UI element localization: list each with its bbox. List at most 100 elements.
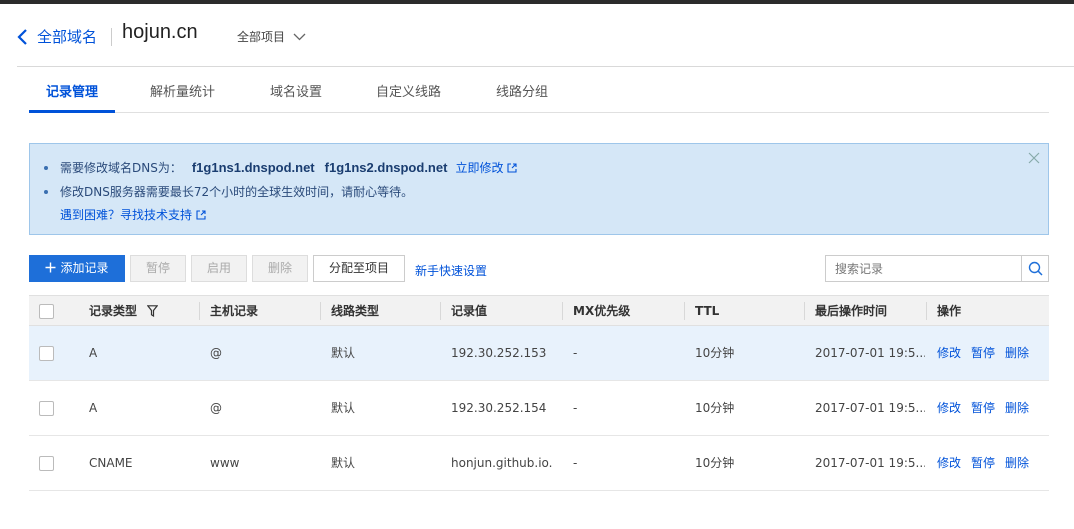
cell-ttl: 10分钟 [695, 456, 735, 470]
header-line-type: 线路类型 [331, 304, 380, 318]
active-tab-indicator [29, 110, 115, 113]
notice-propagation-text: 修改DNS服务器需要最长72个小时的全球生效时间，请耐心等待。 [60, 185, 414, 199]
nameserver-1: f1g1ns1.dnspod.net [191, 160, 315, 175]
header-mx-priority: MX优先级 [573, 304, 631, 318]
table-header: 记录类型 主机记录 线路类型 记录值 MX优先级 TTL 最后操作时间 操作 [29, 295, 1049, 326]
edit-action[interactable]: 修改 [937, 326, 961, 381]
notice-line-dns: 需要修改域名DNS为： f1g1ns1.dnspod.net f1g1ns2.d… [44, 159, 518, 176]
cell-host: @ [210, 346, 222, 360]
notice-dns-prefix: 需要修改域名DNS为： [60, 161, 182, 175]
table-row[interactable]: A @ 默认 192.30.252.153 - 10分钟 2017-07-01 … [29, 326, 1049, 381]
nameserver-2: f1g1ns2.dnspod.net [324, 160, 448, 175]
tab-bar: 记录管理 解析量统计 域名设置 自定义线路 线路分组 [29, 67, 1049, 113]
cell-last-modified: 2017-07-01 19:5... [815, 456, 925, 470]
edit-action[interactable]: 修改 [937, 381, 961, 436]
cell-line-type: 默认 [331, 456, 356, 470]
row-checkbox[interactable] [39, 456, 54, 471]
back-to-all-domains-link[interactable]: 全部域名 [17, 26, 97, 47]
cell-record-type: A [89, 346, 98, 360]
assign-to-project-button[interactable]: 分配至项目 [313, 255, 405, 282]
delete-button[interactable]: 删除 [252, 255, 308, 282]
header-actions: 操作 [937, 304, 962, 318]
close-icon[interactable] [1028, 152, 1040, 164]
column-divider [562, 302, 563, 320]
cell-mx: - [573, 401, 578, 415]
cell-mx: - [573, 456, 578, 470]
records-toolbar: 添加记录 暂停 启用 删除 分配至项目 新手快速设置 [29, 255, 1049, 282]
plus-icon [45, 262, 56, 273]
enable-button[interactable]: 启用 [191, 255, 247, 282]
pause-button[interactable]: 暂停 [130, 255, 186, 282]
cell-last-modified: 2017-07-01 19:5... [815, 401, 925, 415]
cell-last-modified: 2017-07-01 19:5... [815, 346, 925, 360]
search-icon [1028, 261, 1043, 276]
bullet [44, 189, 48, 194]
external-link-icon [196, 209, 206, 220]
back-link-label: 全部域名 [37, 28, 98, 46]
column-divider [926, 302, 927, 320]
project-select[interactable]: 全部项目 [237, 28, 306, 45]
column-divider [684, 302, 685, 320]
external-link-icon [507, 162, 518, 173]
project-select-value: 全部项目 [237, 30, 286, 44]
cell-record-value: 192.30.252.153 [451, 346, 547, 360]
header-record-type-label: 记录类型 [89, 304, 138, 318]
bullet [44, 165, 48, 170]
cell-ttl: 10分钟 [695, 401, 735, 415]
cell-ttl: 10分钟 [695, 346, 735, 360]
column-divider [440, 302, 441, 320]
pause-action[interactable]: 暂停 [971, 381, 995, 436]
tab-domain-settings[interactable]: 域名设置 [270, 67, 322, 113]
delete-action[interactable]: 删除 [1005, 326, 1029, 381]
tab-record-management[interactable]: 记录管理 [29, 67, 115, 113]
search-box [825, 255, 1049, 282]
header-record-value: 记录值 [451, 304, 488, 318]
cell-line-type: 默认 [331, 346, 356, 360]
chevron-down-icon [293, 33, 306, 40]
cell-host: www [210, 456, 240, 470]
add-record-button[interactable]: 添加记录 [29, 255, 125, 282]
chevron-left-icon [17, 28, 27, 45]
header-ttl: TTL [695, 304, 720, 318]
header-last-modified: 最后操作时间 [815, 304, 888, 318]
notice-line-propagation: 修改DNS服务器需要最长72个小时的全球生效时间，请耐心等待。 [44, 183, 413, 200]
domain-title: hojun.cn [122, 21, 198, 43]
quick-setup-link[interactable]: 新手快速设置 [415, 262, 487, 279]
tab-line-groups[interactable]: 线路分组 [496, 67, 548, 113]
cell-mx: - [573, 346, 578, 360]
cell-record-value: 192.30.252.154 [451, 401, 547, 415]
cell-line-type: 默认 [331, 401, 356, 415]
header-record-type: 记录类型 [89, 296, 159, 326]
add-record-label: 添加记录 [60, 261, 109, 275]
pause-action[interactable]: 暂停 [971, 436, 995, 491]
delete-action[interactable]: 删除 [1005, 381, 1029, 436]
cell-record-type: A [89, 401, 98, 415]
page-header: 全部域名 hojun.cn 全部项目 [17, 4, 1074, 67]
table-row[interactable]: A @ 默认 192.30.252.154 - 10分钟 2017-07-01 … [29, 381, 1049, 436]
edit-action[interactable]: 修改 [937, 436, 961, 491]
dns-notice-banner: 需要修改域名DNS为： f1g1ns1.dnspod.net f1g1ns2.d… [29, 143, 1049, 235]
header-host: 主机记录 [210, 304, 259, 318]
row-checkbox[interactable] [39, 346, 54, 361]
search-button[interactable] [1021, 256, 1048, 281]
cell-record-value: honjun.github.io. [451, 456, 553, 470]
modify-dns-link[interactable]: 立即修改 [455, 159, 503, 176]
row-checkbox[interactable] [39, 401, 54, 416]
search-input[interactable] [826, 256, 1022, 281]
cell-record-type: CNAME [89, 456, 133, 470]
table-row[interactable]: CNAME www 默认 honjun.github.io. - 10分钟 20… [29, 436, 1049, 491]
filter-icon[interactable] [147, 305, 159, 317]
tech-support-link[interactable]: 遇到困难？寻找技术支持 [60, 206, 192, 223]
records-table: 记录类型 主机记录 线路类型 记录值 MX优先级 TTL 最后操作时间 操作 A… [29, 295, 1049, 491]
column-divider [199, 302, 200, 320]
tab-resolution-stats[interactable]: 解析量统计 [150, 67, 215, 113]
header-divider [111, 28, 112, 46]
column-divider [320, 302, 321, 320]
column-divider [804, 302, 805, 320]
select-all-checkbox[interactable] [39, 304, 54, 319]
notice-line-help: 遇到困难？寻找技术支持 [60, 206, 206, 223]
tab-custom-lines[interactable]: 自定义线路 [376, 67, 441, 113]
delete-action[interactable]: 删除 [1005, 436, 1029, 491]
pause-action[interactable]: 暂停 [971, 326, 995, 381]
cell-host: @ [210, 401, 222, 415]
